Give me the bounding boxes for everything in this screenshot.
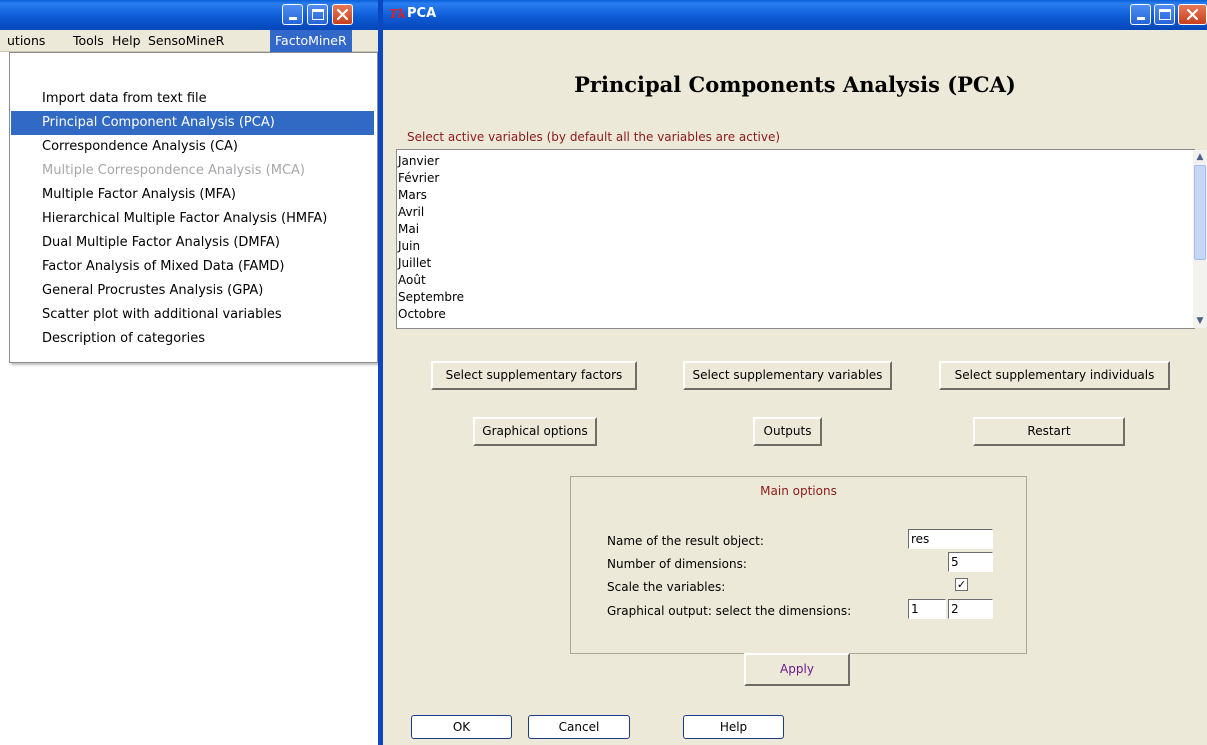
list-item[interactable]: Septembre bbox=[398, 289, 464, 306]
variables-listbox[interactable]: Janvier Février Mars Avril Mai Juin Juil… bbox=[396, 149, 1195, 329]
variables-scrollbar[interactable]: ▲ ▼ bbox=[1193, 150, 1207, 328]
dimensions-input[interactable]: 5 bbox=[948, 552, 993, 572]
menu-item-mca: Multiple Correspondence Analysis (MCA) bbox=[42, 163, 305, 178]
result-name-label: Name of the result object: bbox=[607, 534, 764, 548]
graph-dim2-input[interactable]: 2 bbox=[948, 599, 993, 619]
active-variables-label: Select active variables (by default all … bbox=[407, 130, 781, 144]
ok-button[interactable]: OK bbox=[411, 715, 512, 739]
help-button[interactable]: Help bbox=[683, 715, 784, 739]
menu-item-ca[interactable]: Correspondence Analysis (CA) bbox=[11, 135, 374, 159]
r-console-window: utions Tools Help SensoMineR FactoMineR … bbox=[0, 0, 378, 745]
factominer-dropdown: Import data from text file Principal Com… bbox=[9, 52, 378, 363]
graphical-options-button[interactable]: Graphical options bbox=[473, 417, 597, 446]
select-supplementary-individuals-button[interactable]: Select supplementary individuals bbox=[939, 361, 1170, 390]
page-title: Principal Components Analysis (PCA) bbox=[574, 72, 1016, 97]
outputs-button[interactable]: Outputs bbox=[753, 417, 822, 446]
graph-dim1-input[interactable]: 1 bbox=[908, 599, 946, 619]
menu-item-description-categories[interactable]: Description of categories bbox=[11, 327, 374, 351]
minimize-icon[interactable] bbox=[282, 4, 303, 25]
scroll-down-icon[interactable]: ▼ bbox=[1193, 314, 1207, 328]
menu-solutions[interactable]: utions bbox=[2, 30, 50, 52]
graph-dimensions-label: Graphical output: select the dimensions: bbox=[607, 604, 852, 618]
select-supplementary-factors-button[interactable]: Select supplementary factors bbox=[431, 361, 637, 390]
close-icon[interactable] bbox=[332, 4, 353, 25]
list-item[interactable]: Mars bbox=[398, 187, 427, 204]
menu-item-mfa[interactable]: Multiple Factor Analysis (MFA) bbox=[11, 183, 374, 207]
maximize-icon[interactable] bbox=[1154, 4, 1175, 25]
menu-item-hmfa[interactable]: Hierarchical Multiple Factor Analysis (H… bbox=[11, 207, 374, 231]
menu-sensominer[interactable]: SensoMineR bbox=[143, 30, 229, 52]
list-item[interactable]: Mai bbox=[398, 221, 419, 238]
restart-button[interactable]: Restart bbox=[973, 417, 1125, 446]
menu-item-dmfa[interactable]: Dual Multiple Factor Analysis (DMFA) bbox=[11, 231, 374, 255]
list-item[interactable]: Février bbox=[398, 170, 439, 187]
list-item[interactable]: Juillet bbox=[398, 255, 431, 272]
menu-tools[interactable]: Tools bbox=[68, 30, 109, 52]
window-title: PCA bbox=[407, 6, 437, 21]
menu-item-famd[interactable]: Factor Analysis of Mixed Data (FAMD) bbox=[11, 255, 374, 279]
scale-variables-label: Scale the variables: bbox=[607, 580, 726, 594]
menu-bar: utions Tools Help SensoMineR FactoMineR bbox=[0, 30, 378, 52]
scale-variables-checkbox[interactable]: ✓ bbox=[955, 578, 968, 591]
menu-item-pca[interactable]: Principal Component Analysis (PCA) bbox=[11, 111, 374, 135]
close-icon[interactable] bbox=[1178, 4, 1207, 25]
menu-help[interactable]: Help bbox=[107, 30, 146, 52]
title-bar[interactable] bbox=[0, 0, 378, 30]
list-item[interactable]: Avril bbox=[398, 204, 424, 221]
dimensions-label: Number of dimensions: bbox=[607, 557, 747, 571]
cancel-button[interactable]: Cancel bbox=[528, 715, 630, 739]
pca-dialog-window: Tk PCA Principal Components Analysis (PC… bbox=[383, 0, 1207, 745]
result-name-input[interactable]: res bbox=[908, 529, 993, 549]
scroll-up-icon[interactable]: ▲ bbox=[1193, 150, 1207, 164]
minimize-icon[interactable] bbox=[1130, 4, 1151, 25]
list-item[interactable]: Octobre bbox=[398, 306, 446, 323]
main-options-group: Main options Name of the result object: … bbox=[570, 476, 1027, 654]
tk-app-icon: Tk bbox=[389, 7, 407, 21]
apply-button[interactable]: Apply bbox=[744, 653, 850, 686]
menu-factominer[interactable]: FactoMineR bbox=[270, 30, 352, 52]
scrollbar-thumb[interactable] bbox=[1194, 165, 1206, 260]
list-item[interactable]: Août bbox=[398, 272, 426, 289]
select-supplementary-variables-button[interactable]: Select supplementary variables bbox=[683, 361, 892, 390]
maximize-icon[interactable] bbox=[307, 4, 328, 25]
menu-item-import-data[interactable]: Import data from text file bbox=[11, 87, 374, 111]
title-bar[interactable]: Tk PCA bbox=[383, 0, 1207, 30]
list-item[interactable]: Juin bbox=[398, 238, 420, 255]
menu-item-gpa[interactable]: General Procrustes Analysis (GPA) bbox=[11, 279, 374, 303]
list-item[interactable]: Janvier bbox=[398, 153, 439, 170]
main-options-title: Main options bbox=[760, 484, 837, 498]
menu-item-scatter-plot[interactable]: Scatter plot with additional variables bbox=[11, 303, 374, 327]
